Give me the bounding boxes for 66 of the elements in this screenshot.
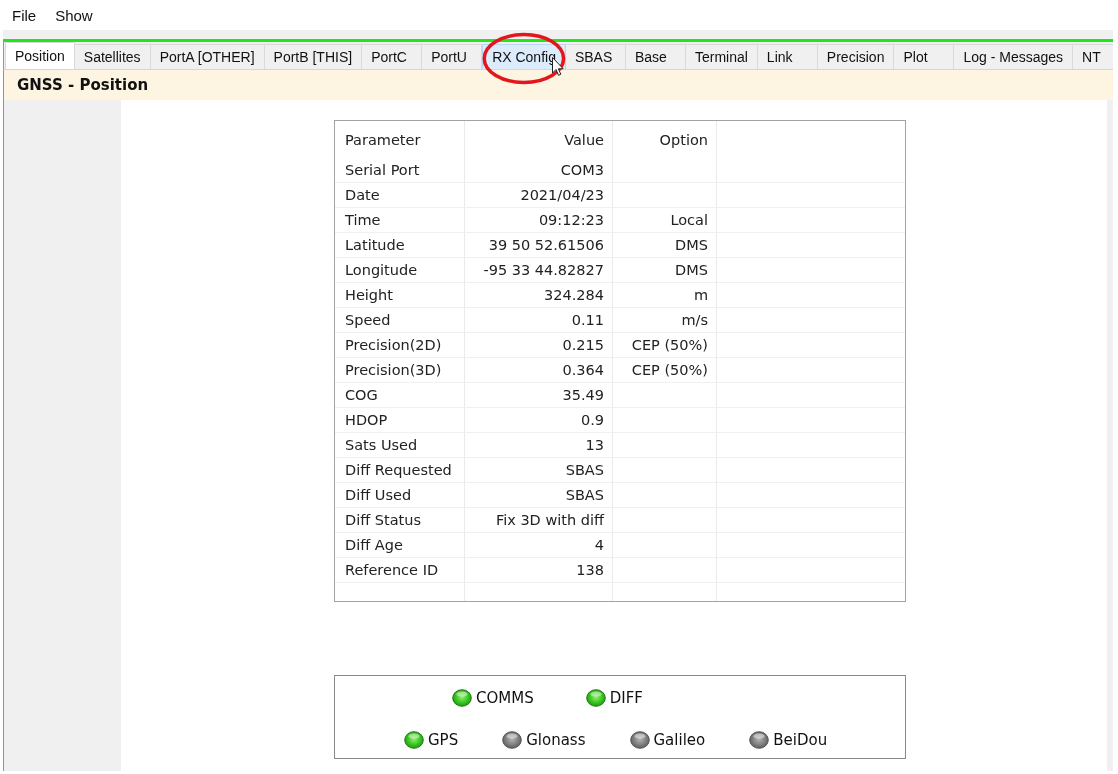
table-cell: Diff Status	[345, 512, 421, 528]
table-cell: 4	[594, 537, 604, 553]
table-cell: Latitude	[345, 237, 405, 253]
table-cell: m	[693, 287, 708, 303]
column-header: Parameter	[345, 131, 421, 148]
table-cell: Reference ID	[345, 562, 439, 578]
status-label: Galileo	[653, 731, 706, 749]
table-cell: 0.364	[562, 362, 604, 378]
table-cell: 09:12:23	[538, 212, 604, 228]
table-cell: Local	[670, 212, 708, 228]
table-cell: 35.49	[562, 387, 604, 403]
table-cell: Longitude	[345, 262, 418, 278]
table-cell: 138	[576, 562, 604, 578]
table-cell: 39 50 52.61506	[488, 237, 604, 253]
table-cell: Diff Age	[345, 537, 403, 553]
table-cell: DMS	[675, 237, 708, 253]
table-cell: 324.284	[544, 287, 604, 303]
panel-title: GNSS - Position	[17, 76, 149, 94]
table-cell: 13	[585, 437, 604, 453]
status-label: Glonass	[526, 731, 586, 749]
table-cell: SBAS	[565, 462, 604, 478]
table-cell: CEP (50%)	[631, 362, 708, 378]
table-cell: HDOP	[345, 412, 388, 428]
table-cell: SBAS	[565, 487, 604, 503]
column-header: Option	[659, 131, 708, 148]
table-cell: DMS	[675, 262, 708, 278]
table-cell: Precision(3D)	[345, 362, 442, 378]
table-cell: Sats Used	[345, 437, 418, 453]
status-label: BeiDou	[773, 731, 828, 749]
table-cell: Height	[345, 287, 393, 303]
table-cell: m/s	[681, 312, 708, 328]
tab[interactable]: Link	[757, 44, 818, 69]
status-label: GPS	[428, 731, 459, 749]
tab[interactable]: Log - Messages	[954, 44, 1074, 69]
tab[interactable]: PortC	[362, 44, 423, 69]
table-cell: COG	[345, 387, 378, 403]
tab[interactable]: Terminal	[685, 44, 758, 69]
table-cell: Fix 3D with diff	[495, 512, 604, 528]
table-cell: -95 33 44.82827	[483, 262, 604, 278]
table-cell: CEP (50%)	[631, 337, 708, 353]
table-cell: Time	[345, 212, 381, 228]
tab[interactable]: Base	[625, 44, 686, 69]
column-header: Value	[564, 131, 604, 148]
table-cell: COM3	[560, 162, 604, 178]
table-cell: Diff Used	[345, 487, 412, 503]
menu-item[interactable]: File	[9, 5, 40, 25]
table-cell: Speed	[345, 312, 391, 328]
tab[interactable]: PortB [THIS]	[264, 44, 363, 69]
table-cell: 2021/04/23	[520, 187, 604, 203]
tab[interactable]: PortU	[422, 44, 483, 69]
table-cell: 0.9	[580, 412, 604, 428]
table-cell: Serial Port	[345, 162, 420, 178]
status-label: DIFF	[609, 689, 643, 707]
tab[interactable]: Precision	[817, 44, 895, 69]
table-cell: 0.215	[562, 337, 604, 353]
status-label: COMMS	[476, 689, 534, 707]
tab[interactable]: Satellites	[74, 44, 151, 69]
tab[interactable]: Position	[5, 42, 75, 69]
tab[interactable]: PortA [OTHER]	[150, 44, 265, 69]
tab[interactable]: Plot	[894, 44, 955, 69]
table-cell: Diff Requested	[345, 462, 452, 478]
menu-item[interactable]: Show	[52, 5, 96, 25]
table-cell: Precision(2D)	[345, 337, 442, 353]
tab[interactable]: SBAS	[565, 44, 626, 69]
table-cell: 0.11	[571, 312, 604, 328]
table-cell: Date	[345, 187, 380, 203]
